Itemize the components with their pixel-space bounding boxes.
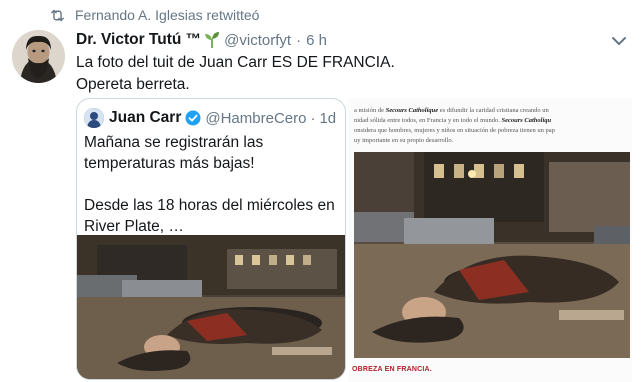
tweet-body: La foto del tuit de Juan Carr ES DE FRAN… (76, 52, 616, 96)
quoted-author-handle: @HambreCero (205, 109, 307, 127)
quoted-tweet-photo[interactable] (77, 235, 346, 380)
quoted-author-name: Juan Carr (109, 109, 182, 126)
tweet-text-line1: La foto del tuit de Juan Carr ES DE FRAN… (76, 54, 395, 71)
author-handle[interactable]: @victorfyt (224, 32, 291, 49)
avatar[interactable] (12, 30, 65, 83)
retweet-text: Fernando A. Iglesias retwitteó (75, 7, 260, 23)
tweet-time[interactable]: 6 h (306, 32, 327, 49)
article-image (354, 152, 630, 358)
article-line3: onsidera que hombres, mujeres y niños en… (354, 127, 555, 134)
article-line1a: a misión de (354, 107, 386, 114)
retweet-context[interactable]: Fernando A. Iglesias retwitteó (49, 5, 259, 25)
quoted-tweet[interactable]: Juan Carr @HambreCero · 1d Mañana se reg… (76, 98, 346, 380)
avatar-image (12, 30, 65, 83)
tweet-header: Dr. Victor Tutú ™ @victorfyt · 6 h (76, 29, 327, 51)
verified-badge-icon (185, 110, 201, 126)
article-line1c: es difundir la caridad cristiana creando… (438, 107, 549, 114)
article-text: a misión de Secours Catholique es difund… (354, 106, 632, 146)
quoted-text-para2: Desde las 18 horas del miércoles en Rive… (84, 197, 335, 235)
retweet-icon (51, 9, 64, 21)
quoted-tweet-header: Juan Carr @HambreCero · 1d (84, 108, 336, 128)
quoted-tweet-time: 1d (319, 109, 337, 127)
quoted-avatar (84, 108, 104, 128)
separator-dot: · (296, 31, 302, 49)
sprout-icon (205, 32, 220, 48)
chevron-down-icon[interactable] (607, 31, 631, 51)
article-caption: OBREZA EN FRANCIA. (352, 366, 432, 373)
article-line4: uy importante en su propio desarrollo. (354, 137, 454, 144)
tweet-text-line2: Opereta berreta. (76, 76, 190, 93)
article-line2b: Secours Catholiqu (501, 117, 552, 124)
quoted-text-para1: Mañana se registrarán las temperaturas m… (84, 134, 264, 172)
quoted-separator-dot: · (310, 109, 316, 127)
article-line2a: nidad sólida entre todos, en Francia y e… (354, 117, 502, 124)
article-photo[interactable]: a misión de Secours Catholique es difund… (348, 98, 632, 382)
author-name[interactable]: Dr. Victor Tutú ™ (76, 31, 201, 49)
article-line1b: Secours Catholique (385, 107, 439, 114)
